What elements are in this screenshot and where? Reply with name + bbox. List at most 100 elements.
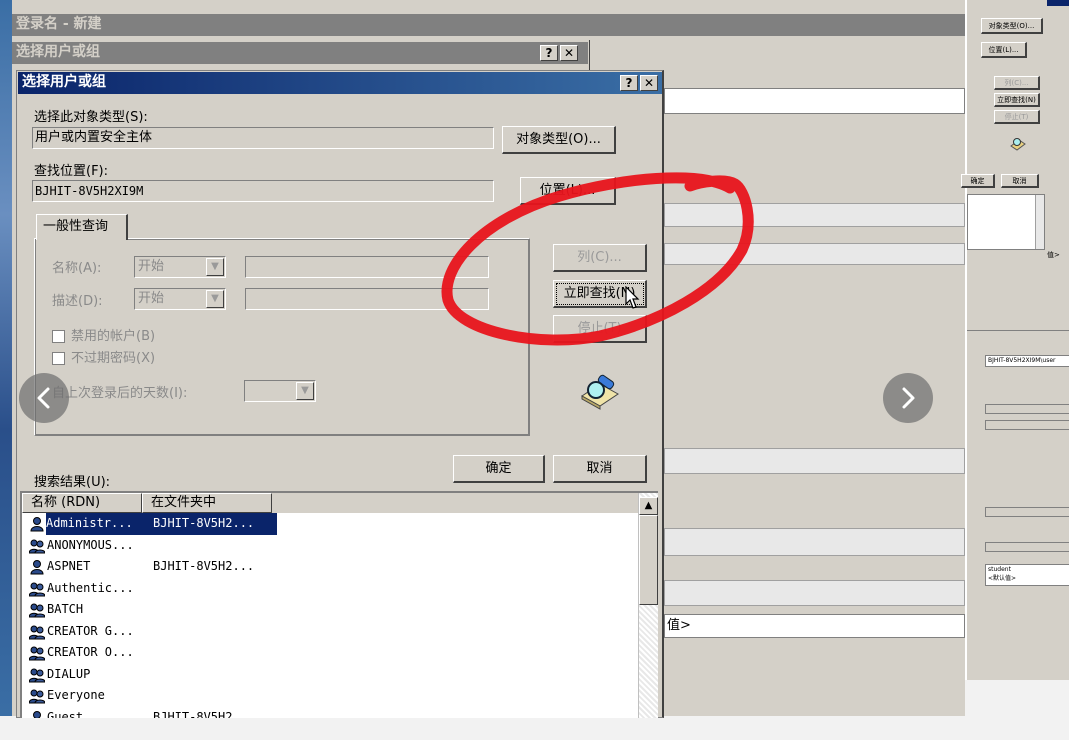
object-type-label: 选择此对象类型(S): bbox=[34, 110, 148, 125]
row-name: CREATOR O... bbox=[47, 645, 134, 659]
desc-input[interactable] bbox=[245, 288, 489, 310]
bg-divider-2 bbox=[664, 243, 965, 265]
user-icon bbox=[29, 559, 45, 575]
row-name: Everyone bbox=[47, 688, 105, 702]
group-icon bbox=[28, 645, 46, 661]
scroll-thumb[interactable] bbox=[639, 515, 658, 605]
bg-window-title: 登录名 - 新建 bbox=[16, 16, 102, 32]
non-expiring-checkbox[interactable]: 不过期密码(X) bbox=[52, 347, 155, 366]
table-row[interactable]: ANONYMOUS... bbox=[22, 535, 638, 557]
desc-op-select[interactable]: 开始 ▼ bbox=[134, 288, 226, 310]
thumb-cancel-button[interactable]: 取消 bbox=[1001, 174, 1039, 188]
results-list[interactable]: 名称 (RDN) 在文件夹中 Administr... BJHIT-8V5H2..… bbox=[20, 491, 658, 718]
days-select[interactable]: ▼ bbox=[244, 380, 316, 402]
table-row[interactable]: ASPNET BJHIT-8V5H2... bbox=[22, 556, 638, 578]
thumb-ok-button[interactable]: 确定 bbox=[961, 174, 995, 188]
mouse-cursor-icon bbox=[622, 285, 640, 314]
cancel-button[interactable]: 取消 bbox=[553, 455, 647, 483]
thumb-stop-button[interactable]: 停止(T) bbox=[994, 110, 1040, 124]
table-row[interactable]: Guest BJHIT-8V5H2... bbox=[22, 707, 638, 719]
name-op-dropdown-icon: ▼ bbox=[206, 258, 224, 276]
user-disabled-icon bbox=[29, 710, 45, 718]
thumb-list bbox=[967, 194, 1045, 250]
thumb-field-d bbox=[985, 542, 1069, 552]
table-row[interactable]: Authentic... bbox=[22, 578, 638, 600]
search-flashlight-icon bbox=[578, 372, 622, 410]
thumb-lower-panel bbox=[967, 330, 1069, 680]
bottom-strip bbox=[0, 716, 965, 740]
next-image-button[interactable] bbox=[883, 373, 933, 423]
tab-general-query[interactable]: 一般性查询 bbox=[36, 214, 128, 240]
disabled-accounts-checkbox[interactable]: 禁用的帐户(B) bbox=[52, 325, 155, 344]
scroll-up-button[interactable]: ▲ bbox=[639, 497, 658, 515]
thumbnail-panel: 对象类型(O)... 位置(L)... 列(C)... 立即查找(N) 停止(T… bbox=[961, 0, 1069, 680]
columns-button[interactable]: 列(C)... bbox=[553, 244, 647, 272]
row-name: Administr... bbox=[46, 513, 158, 535]
row-name: Authentic... bbox=[47, 580, 134, 595]
table-row[interactable]: CREATOR O... bbox=[22, 642, 638, 664]
thumb-scrollbar[interactable] bbox=[1035, 195, 1044, 249]
location-value: BJHIT-8V5H2XI9M bbox=[35, 184, 144, 198]
thumb-titlebar bbox=[1047, 0, 1069, 6]
user-icon bbox=[29, 516, 45, 532]
mid-window-titlebar: 选择用户或组 bbox=[12, 42, 588, 64]
col-header-name[interactable]: 名称 (RDN) bbox=[22, 493, 142, 513]
row-name: Guest bbox=[47, 709, 84, 719]
bg-value-field: 值> bbox=[664, 614, 965, 638]
thumb-field-c bbox=[985, 507, 1069, 517]
col-header-folder[interactable]: 在文件夹中 bbox=[142, 493, 272, 513]
thumb-field-a bbox=[985, 404, 1069, 414]
bg-value-fragment: 值> bbox=[667, 618, 691, 633]
thumb-value-student: student bbox=[988, 566, 1011, 573]
row-name: ASPNET bbox=[47, 559, 91, 573]
bg-window-titlebar: 登录名 - 新建 bbox=[12, 14, 965, 36]
location-field: BJHIT-8V5H2XI9M bbox=[32, 180, 494, 202]
desc-label: 描述(D): bbox=[52, 294, 103, 309]
row-name: BATCH bbox=[47, 602, 84, 616]
thumb-location-button[interactable]: 位置(L)... bbox=[981, 42, 1027, 58]
results-header: 名称 (RDN) 在文件夹中 bbox=[22, 493, 638, 513]
table-row[interactable]: BATCH bbox=[22, 599, 638, 621]
object-type-field: 用户或内置安全主体 bbox=[32, 127, 494, 149]
object-type-button[interactable]: 对象类型(O)... bbox=[502, 126, 616, 154]
table-row[interactable]: CREATOR G... bbox=[22, 621, 638, 643]
chevron-left-icon bbox=[37, 387, 50, 409]
bg-divider-3 bbox=[664, 448, 965, 474]
name-op-value: 开始 bbox=[138, 259, 165, 274]
group-icon bbox=[28, 602, 46, 618]
ok-button[interactable]: 确定 bbox=[453, 455, 545, 483]
name-op-select[interactable]: 开始 ▼ bbox=[134, 256, 226, 278]
prev-image-button[interactable] bbox=[19, 373, 69, 423]
thumb-find-now-button[interactable]: 立即查找(N) bbox=[994, 93, 1040, 107]
thumb-object-type-button[interactable]: 对象类型(O)... bbox=[981, 18, 1043, 34]
group-icon bbox=[28, 688, 46, 704]
non-expiring-label: 不过期密码(X) bbox=[71, 351, 156, 366]
table-row[interactable]: Administr... BJHIT-8V5H2... bbox=[22, 513, 638, 535]
row-name: CREATOR G... bbox=[47, 623, 134, 638]
chevron-right-icon bbox=[902, 387, 915, 409]
bottom-strip-right bbox=[965, 680, 1069, 740]
bg-divider-1 bbox=[664, 203, 965, 227]
disabled-accounts-label: 禁用的帐户(B) bbox=[71, 329, 156, 344]
table-row[interactable]: DIALUP bbox=[22, 664, 638, 686]
stop-button[interactable]: 停止(T) bbox=[553, 315, 647, 343]
checkbox-box bbox=[52, 352, 65, 365]
group-icon bbox=[28, 581, 46, 597]
results-rows: Administr... BJHIT-8V5H2... ANONYMOUS... AS… bbox=[22, 513, 638, 718]
bg-field-1 bbox=[664, 88, 965, 114]
mid-help-button[interactable]: ? bbox=[540, 45, 558, 61]
dialog-help-button[interactable]: ? bbox=[620, 75, 638, 91]
table-row[interactable]: Everyone bbox=[22, 685, 638, 707]
group-icon bbox=[28, 624, 46, 640]
thumb-columns-button[interactable]: 列(C)... bbox=[994, 76, 1040, 90]
dialog-close-button[interactable]: ✕ bbox=[640, 75, 658, 91]
name-label: 名称(A): bbox=[52, 261, 102, 276]
mid-close-button[interactable]: ✕ bbox=[560, 45, 578, 61]
results-label: 搜索结果(U): bbox=[34, 475, 111, 490]
name-input[interactable] bbox=[245, 256, 489, 278]
desktop-strip bbox=[0, 0, 12, 716]
dialog-titlebar: 选择用户或组 bbox=[18, 72, 662, 94]
results-scrollbar[interactable]: ▲ bbox=[638, 493, 658, 718]
location-button[interactable]: 位置(L)... bbox=[520, 177, 616, 205]
row-folder: BJHIT-8V5H2... bbox=[153, 709, 255, 719]
